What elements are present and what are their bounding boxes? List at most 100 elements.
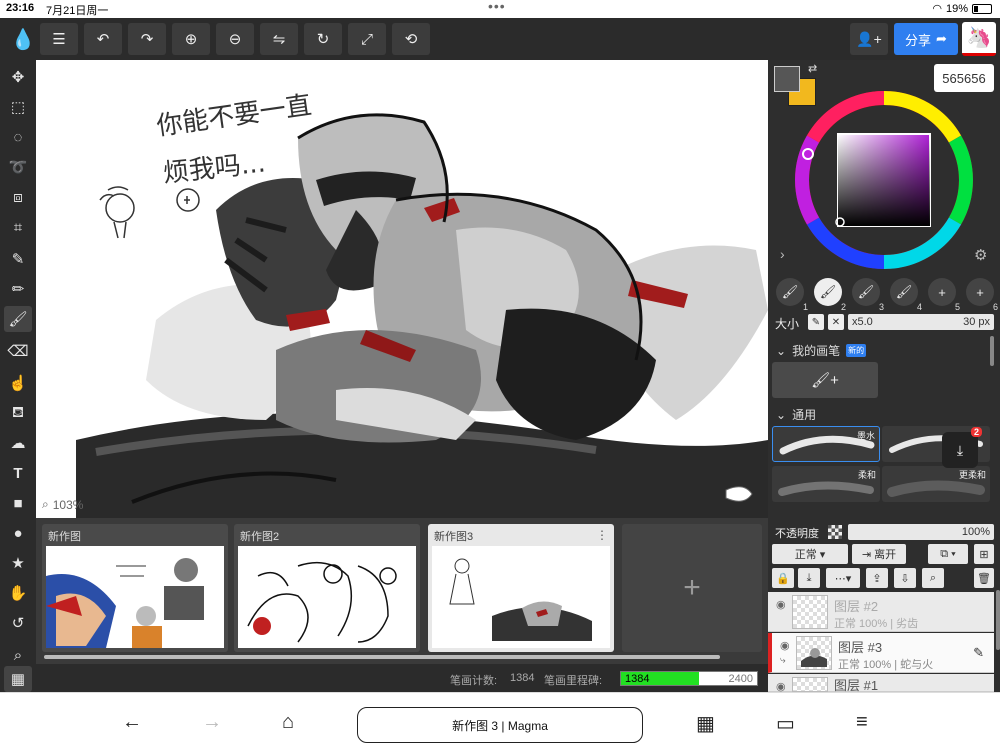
layer-search-button[interactable]: ⌕ <box>922 568 944 588</box>
opacity-slider[interactable]: 100% <box>848 524 994 540</box>
merge-down-button[interactable]: ⤓ <box>798 568 820 588</box>
brush-preset-4[interactable]: 🖌 4 <box>890 278 922 312</box>
layer-name: 图层 #3 <box>838 640 883 655</box>
brush-size-slider[interactable]: x5.0 30 px <box>848 314 994 330</box>
duplicate-layer-button[interactable]: ⧉ ▾ <box>928 544 968 564</box>
pressure-toggle-icon[interactable]: ✎ <box>808 314 824 330</box>
rectangle-icon[interactable]: ■ <box>4 490 32 516</box>
history-icon[interactable]: ↺ <box>4 610 32 636</box>
import-layer-button[interactable]: ⇪ <box>866 568 888 588</box>
lasso-icon[interactable]: ➰ <box>4 154 32 180</box>
leave-button[interactable]: ⇥ 离开 <box>852 544 906 564</box>
swap-colors-icon[interactable]: ⇄ <box>808 62 817 75</box>
brush-preset-3[interactable]: 🖌 3 <box>852 278 884 312</box>
forward-arrow-icon[interactable]: → <box>202 711 222 734</box>
reset-view-icon[interactable]: ⟲ <box>392 23 430 55</box>
star-icon[interactable]: ★ <box>4 550 32 576</box>
my-brushes-header[interactable]: ⌄ 我的画笔 新的 <box>776 342 867 359</box>
gallery-card[interactable]: 新作图2 <box>234 524 420 652</box>
delete-layer-button[interactable]: 🗑 <box>974 568 994 588</box>
brush-preset-6[interactable]: +6 <box>966 278 998 312</box>
brush-preset-number: 4 <box>916 302 922 312</box>
lock-icon: 🔒 <box>776 572 790 585</box>
circle-icon[interactable]: ● <box>4 520 32 546</box>
tab-count-icon[interactable]: ▭ <box>776 711 795 736</box>
gallery-card[interactable]: 新作图3 ⋮ <box>428 524 614 652</box>
fill-bucket-icon[interactable]: ⛾ <box>4 400 32 426</box>
new-badge: 新的 <box>846 344 867 357</box>
transform-icon[interactable]: ⧈ <box>4 184 32 210</box>
magma-logo-icon[interactable]: 💧 <box>4 23 42 55</box>
ellipse-select-icon[interactable]: ◌ <box>4 124 32 150</box>
crop-icon[interactable]: ⌗ <box>4 214 32 240</box>
brush-preset-1[interactable]: 🖌 1 <box>776 278 808 312</box>
blend-mode-select[interactable]: 正常 ▾ <box>772 544 848 564</box>
gear-icon[interactable]: ⚙ <box>974 246 987 264</box>
undo-icon[interactable]: ↶ <box>84 23 122 55</box>
lock-layer-button[interactable]: 🔒 <box>772 568 794 588</box>
more-layer-options-button[interactable]: ⋯▾ <box>826 568 860 588</box>
alpha-lock-icon[interactable] <box>828 525 842 539</box>
brush-icon[interactable]: 🖌 <box>4 306 32 332</box>
more-options-icon[interactable]: ⋮ <box>596 528 608 542</box>
blend-icon[interactable]: ☁ <box>4 430 32 456</box>
add-custom-brush-button[interactable]: 🖌+ <box>772 362 878 398</box>
smudge-icon[interactable]: ☝ <box>4 370 32 396</box>
brush-preset-5[interactable]: +5 <box>928 278 960 312</box>
brush-preset-2[interactable]: 🖌 2 <box>814 278 846 312</box>
multitasking-dots-icon[interactable]: ••• <box>488 0 506 14</box>
avatar[interactable]: 🦄 <box>962 22 996 56</box>
layer-row[interactable]: ◉ 图层 #2 正常 100% | 劣齿 <box>768 592 994 632</box>
tabs-grid-icon[interactable]: ▦ <box>696 711 715 736</box>
hex-color-field[interactable]: 565656 <box>934 64 994 92</box>
color-wheel[interactable] <box>794 90 974 270</box>
eyedropper-icon[interactable]: ✎ <box>4 246 32 272</box>
general-brushes-header[interactable]: ⌄ 通用 <box>776 406 816 423</box>
rotate-icon[interactable]: ↻ <box>304 23 342 55</box>
rect-select-icon[interactable]: ⬚ <box>4 94 32 120</box>
add-user-button[interactable]: 👤+ <box>850 23 888 55</box>
search-icon[interactable]: ⌕ <box>4 642 32 668</box>
layer-row-selected[interactable]: ◉ ⤷ 图层 #3 正常 100% | 蛇与火 ✎ <box>768 633 994 673</box>
new-artwork-button[interactable]: + <box>622 524 762 652</box>
add-layer-button[interactable]: ⊞ <box>974 544 994 564</box>
eye-icon[interactable]: ◉ <box>776 598 786 611</box>
gallery-card-title: 新作图 <box>48 531 81 543</box>
film-icon[interactable]: ▦ <box>4 666 32 692</box>
back-arrow-icon[interactable]: ← <box>122 711 142 734</box>
address-bar[interactable]: 新作图 3 | Magma <box>357 707 643 743</box>
move-tool-icon[interactable]: ✥ <box>4 64 32 90</box>
flip-icon[interactable]: ⇋ <box>260 23 298 55</box>
expand-arrow-icon[interactable]: › <box>780 246 785 262</box>
zoom-in-icon[interactable]: ⊕ <box>172 23 210 55</box>
export-layer-button[interactable]: ⇩ <box>894 568 916 588</box>
brush-card-softer[interactable]: 更柔和 <box>882 466 990 502</box>
eye-icon[interactable]: ◉ <box>780 639 790 652</box>
edit-pencil-icon[interactable]: ✎ <box>973 645 984 661</box>
clipping-mask-icon[interactable]: ⤷ <box>780 655 786 666</box>
menu-lines-icon[interactable]: ≡ <box>856 711 868 734</box>
copy-icon: ⧉ ▾ <box>940 547 956 560</box>
download-brushes-button[interactable]: ⤓ 2 <box>942 427 982 468</box>
hand-icon[interactable]: ✋ <box>4 580 32 606</box>
gallery-card[interactable]: 新作图 <box>42 524 228 652</box>
eraser-icon[interactable]: ⌫ <box>4 338 32 364</box>
brush-card-ink[interactable]: 墨水 <box>772 426 880 462</box>
zoom-indicator[interactable]: ⌕ 103% <box>42 497 83 512</box>
gallery-scrollbar[interactable] <box>44 655 720 659</box>
foreground-color-swatch[interactable] <box>774 66 800 92</box>
pencil-icon[interactable]: ✏ <box>4 276 32 302</box>
redo-icon[interactable]: ↷ <box>128 23 166 55</box>
share-button[interactable]: 分享 ➦ <box>894 23 958 55</box>
reset-size-icon[interactable]: ✕ <box>828 314 844 330</box>
text-icon[interactable]: T <box>4 460 32 486</box>
layer-row[interactable]: ◉ 图层 #1 <box>768 674 994 693</box>
drawing-canvas[interactable]: 你能不要一直 烦我吗... ⌕ 103% <box>36 60 768 518</box>
home-icon[interactable]: ⌂ <box>282 711 294 734</box>
layer-scrollbar[interactable] <box>996 590 1000 650</box>
brush-panel-scrollbar[interactable] <box>990 336 994 366</box>
zoom-out-icon[interactable]: ⊖ <box>216 23 254 55</box>
menu-icon[interactable]: ☰ <box>40 23 78 55</box>
brush-card-soft[interactable]: 柔和 <box>772 466 880 502</box>
fit-screen-icon[interactable]: ⤢ <box>348 23 386 55</box>
